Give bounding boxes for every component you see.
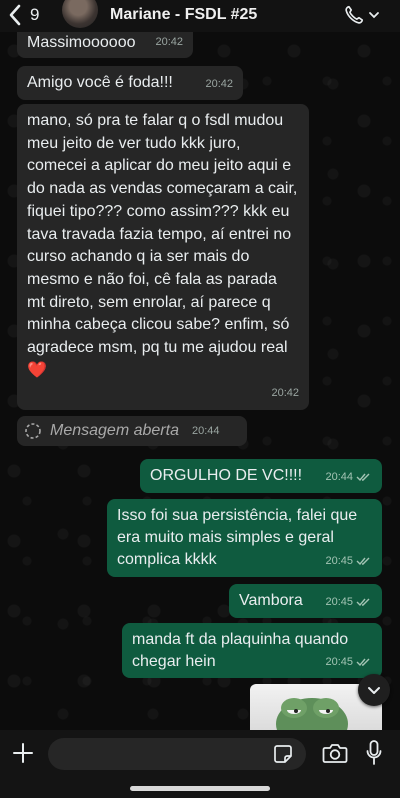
message-bubble-incoming[interactable]: Massimoooooo 20:42 [17,30,193,58]
message-text: Amigo você é foda!!! [27,74,173,91]
message-time: 20:42 [271,387,299,400]
read-ticks-icon [356,473,370,482]
camera-icon[interactable] [322,742,348,764]
phone-icon [345,5,364,24]
view-once-icon [25,423,41,439]
message-bubble-incoming[interactable]: mano, só pra te falar q o fsdl mudou meu… [17,104,309,410]
message-time: 20:44 [325,466,372,488]
home-indicator [130,786,270,791]
message-time: 20:44 [191,425,220,437]
read-ticks-icon [356,658,370,667]
message-text: mano, só pra te falar q o fsdl mudou meu… [27,112,298,379]
read-ticks-icon [356,557,370,566]
message-bubble-outgoing[interactable]: Vambora 20:45 [229,584,382,618]
message-time: 20:45 [325,550,372,572]
message-text: Massimoooooo [27,34,136,51]
message-bubble-incoming[interactable]: Amigo você é foda!!! 20:42 [17,66,243,100]
call-button[interactable] [343,4,380,26]
unread-count: 9 [30,5,40,24]
message-time: 20:42 [205,78,233,90]
avatar[interactable] [62,0,98,28]
mic-icon[interactable] [366,740,382,766]
contact-name[interactable]: Mariane - FSDL #25 [110,6,257,24]
message-bubble-outgoing[interactable]: manda ft da plaquinha quando chegar hein… [122,623,382,678]
message-time: 20:42 [155,36,183,48]
chat-header: 9 Mariane - FSDL #25 [0,0,400,32]
message-text: ORGULHO DE VC!!!! [150,467,303,484]
message-text: manda ft da plaquinha quando chegar hein [132,631,349,670]
read-ticks-icon [356,598,370,607]
message-input[interactable] [48,738,306,770]
chevron-down-icon [369,12,379,19]
message-time: 20:45 [325,651,372,673]
view-once-label: Mensagem aberta [50,422,179,439]
message-bubble-outgoing[interactable]: Isso foi sua persistência, falei que era… [107,499,382,577]
scroll-to-bottom-button[interactable] [358,674,390,706]
back-button[interactable]: 9 [8,4,39,26]
message-time: 20:45 [325,591,372,613]
message-text: Isso foi sua persistência, falei que era… [117,507,358,568]
back-chevron-icon [9,4,21,26]
view-once-message[interactable]: Mensagem aberta 20:44 [17,416,247,446]
message-bubble-outgoing[interactable]: ORGULHO DE VC!!!! 20:44 [140,459,382,493]
sticker-icon[interactable] [273,744,293,764]
chevron-down-icon [368,687,380,694]
message-text: Vambora [239,592,303,609]
plus-icon[interactable] [12,742,34,764]
